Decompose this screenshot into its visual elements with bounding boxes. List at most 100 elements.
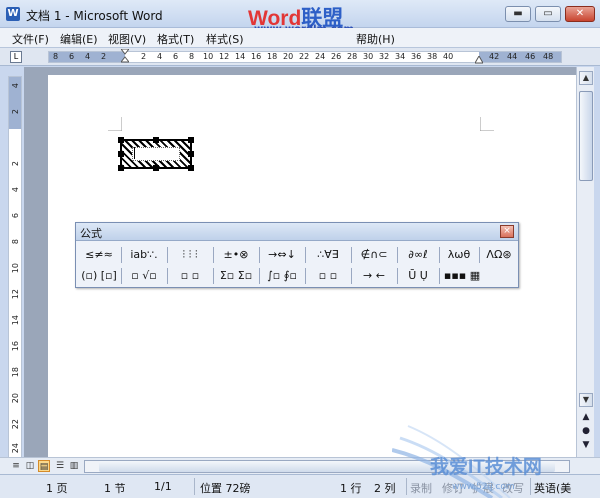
ruler-tick: 6 xyxy=(11,213,20,219)
toolbar-divider xyxy=(213,247,214,263)
logical-symbols-button[interactable]: ∴∀∃ xyxy=(308,245,348,265)
status-section: 1 节 xyxy=(104,482,126,495)
right-indent-marker-icon[interactable] xyxy=(475,56,483,64)
ruler-tick: 2 xyxy=(101,52,107,61)
ruler-tick: 24 xyxy=(315,52,326,61)
ruler-tick: 8 xyxy=(189,52,195,61)
print-layout-view-icon[interactable]: ▤ xyxy=(38,460,50,472)
ruler-tick: 2 xyxy=(11,161,20,167)
labeled-arrow-button[interactable]: → ← xyxy=(354,266,394,286)
ruler-tick: 6 xyxy=(173,52,179,61)
site-logo-text: 我爱IT技术网 xyxy=(430,457,542,478)
toolbar-divider xyxy=(479,247,480,263)
indent-marker-icon[interactable] xyxy=(121,49,129,65)
status-page: 1 页 xyxy=(46,482,68,495)
ruler-tick: 12 xyxy=(219,52,230,61)
ruler-tick: 38 xyxy=(427,52,438,61)
toolbar-divider xyxy=(167,247,168,263)
vertical-scroll-thumb[interactable] xyxy=(579,91,593,181)
vertical-ruler[interactable]: 4 2 2 4 6 8 10 12 14 16 18 20 22 24 xyxy=(8,76,22,460)
ruler-tick: 44 xyxy=(507,52,518,61)
ruler-tick: 20 xyxy=(283,52,294,61)
normal-view-icon[interactable]: ≡ xyxy=(10,460,22,472)
minimize-button[interactable]: ▬ xyxy=(505,6,531,22)
equation-toolbar[interactable]: 公式 × ≤≠≈ ⅰab∵. ⫶ ⫶ ⫶ ±•⊗ →⇔↓ ∴∀∃ ∉∩⊂ ∂∞ℓ… xyxy=(75,222,519,288)
misc-symbols-button[interactable]: ∂∞ℓ xyxy=(400,245,436,265)
status-divider xyxy=(194,478,195,495)
underbar-overbar-button[interactable]: ▫ ▫ xyxy=(308,266,348,286)
reading-layout-view-icon[interactable]: ▥ xyxy=(68,460,80,472)
menu-file[interactable]: 文件(F) xyxy=(12,31,49,47)
resize-handle[interactable] xyxy=(188,165,194,171)
matrix-templates-button[interactable]: ▪▪▪ ▦ xyxy=(442,266,482,286)
arrow-symbols-button[interactable]: →⇔↓ xyxy=(262,245,302,265)
equation-toolbar-title: 公式 xyxy=(80,227,102,240)
toolbar-divider xyxy=(167,268,168,284)
resize-handle[interactable] xyxy=(118,165,124,171)
toolbar-divider xyxy=(121,268,122,284)
greek-uppercase-button[interactable]: ΛΩ⊛ xyxy=(481,245,517,265)
ruler-tick: 34 xyxy=(395,52,406,61)
equation-toolbar-titlebar[interactable]: 公式 × xyxy=(76,223,518,241)
equation-slot[interactable] xyxy=(132,147,180,161)
ruler-tick: 6 xyxy=(69,52,75,61)
ruler-tick: 42 xyxy=(489,52,500,61)
scroll-up-button[interactable]: ▲ xyxy=(579,71,593,85)
integral-templates-button[interactable]: ∫▫ ∮▫ xyxy=(262,266,302,286)
tab-selector-button[interactable]: L xyxy=(10,51,22,63)
close-button[interactable]: ✕ xyxy=(565,6,595,22)
ruler-tick: 8 xyxy=(11,239,20,245)
status-line: 1 行 xyxy=(340,482,362,495)
toolbar-divider xyxy=(305,247,306,263)
equation-cursor xyxy=(134,147,135,159)
menu-style[interactable]: 样式(S) xyxy=(206,31,244,47)
ruler-tick: 28 xyxy=(347,52,358,61)
status-pages: 1/1 xyxy=(154,480,172,493)
fence-templates-button[interactable]: (▫) [▫] xyxy=(80,266,118,286)
ruler-tick: 14 xyxy=(235,52,246,61)
menu-edit[interactable]: 编辑(E) xyxy=(60,31,98,47)
toolbar-divider xyxy=(121,247,122,263)
toolbar-divider xyxy=(351,247,352,263)
toolbar-divider xyxy=(305,268,306,284)
menu-format[interactable]: 格式(T) xyxy=(157,31,194,47)
relational-symbols-button[interactable]: ≤≠≈ xyxy=(80,245,118,265)
web-layout-view-icon[interactable]: ◫ xyxy=(24,460,36,472)
toolbar-close-button[interactable]: × xyxy=(500,225,514,238)
resize-handle[interactable] xyxy=(188,137,194,143)
greek-lowercase-button[interactable]: λωθ xyxy=(442,245,476,265)
resize-handle[interactable] xyxy=(153,165,159,171)
outline-view-icon[interactable]: ☰ xyxy=(54,460,66,472)
ruler-tick: 36 xyxy=(411,52,422,61)
ruler-tick: 2 xyxy=(141,52,147,61)
embellishments-button[interactable]: ⫶ ⫶ ⫶ xyxy=(170,245,210,265)
symbol-palette-row: ≤≠≈ ⅰab∵. ⫶ ⫶ ⫶ ±•⊗ →⇔↓ ∴∀∃ ∉∩⊂ ∂∞ℓ λωθ … xyxy=(80,245,516,265)
resize-handle[interactable] xyxy=(118,151,124,157)
ruler-tick: 4 xyxy=(11,187,20,193)
window-title: 文档 1 - Microsoft Word xyxy=(26,9,163,23)
subscript-superscript-button[interactable]: ▫ ▫ xyxy=(170,266,210,286)
restore-button[interactable]: ▭ xyxy=(535,6,561,22)
resize-handle[interactable] xyxy=(153,137,159,143)
resize-handle[interactable] xyxy=(118,137,124,143)
ruler-tick: 22 xyxy=(11,419,20,430)
ruler-tick: 12 xyxy=(11,289,20,300)
ruler-tick: 24 xyxy=(11,443,20,454)
menu-view[interactable]: 视图(V) xyxy=(108,31,146,47)
menu-help[interactable]: 帮助(H) xyxy=(356,31,395,47)
ruler-tick: 16 xyxy=(11,341,20,352)
fraction-radical-button[interactable]: ▫ √▫ xyxy=(124,266,164,286)
toolbar-divider xyxy=(439,247,440,263)
equation-object[interactable] xyxy=(118,137,194,171)
word-app-icon[interactable]: W xyxy=(6,7,20,21)
vertical-scrollbar[interactable]: ▲ ▼ ▲ ● ▼ xyxy=(576,67,594,457)
status-position: 位置 72磅 xyxy=(200,482,251,495)
set-theory-button[interactable]: ∉∩⊂ xyxy=(354,245,394,265)
horizontal-ruler[interactable]: 8 6 4 2 2 4 6 8 10 12 14 16 18 20 22 24 … xyxy=(48,49,562,65)
operator-symbols-button[interactable]: ±•⊗ xyxy=(216,245,256,265)
spaces-ellipses-button[interactable]: ⅰab∵. xyxy=(124,245,164,265)
resize-handle[interactable] xyxy=(188,151,194,157)
summation-templates-button[interactable]: Σ▫ Σ▫ xyxy=(216,266,256,286)
scroll-down-button[interactable]: ▼ xyxy=(579,393,593,407)
products-set-button[interactable]: Ū Ụ xyxy=(400,266,436,286)
